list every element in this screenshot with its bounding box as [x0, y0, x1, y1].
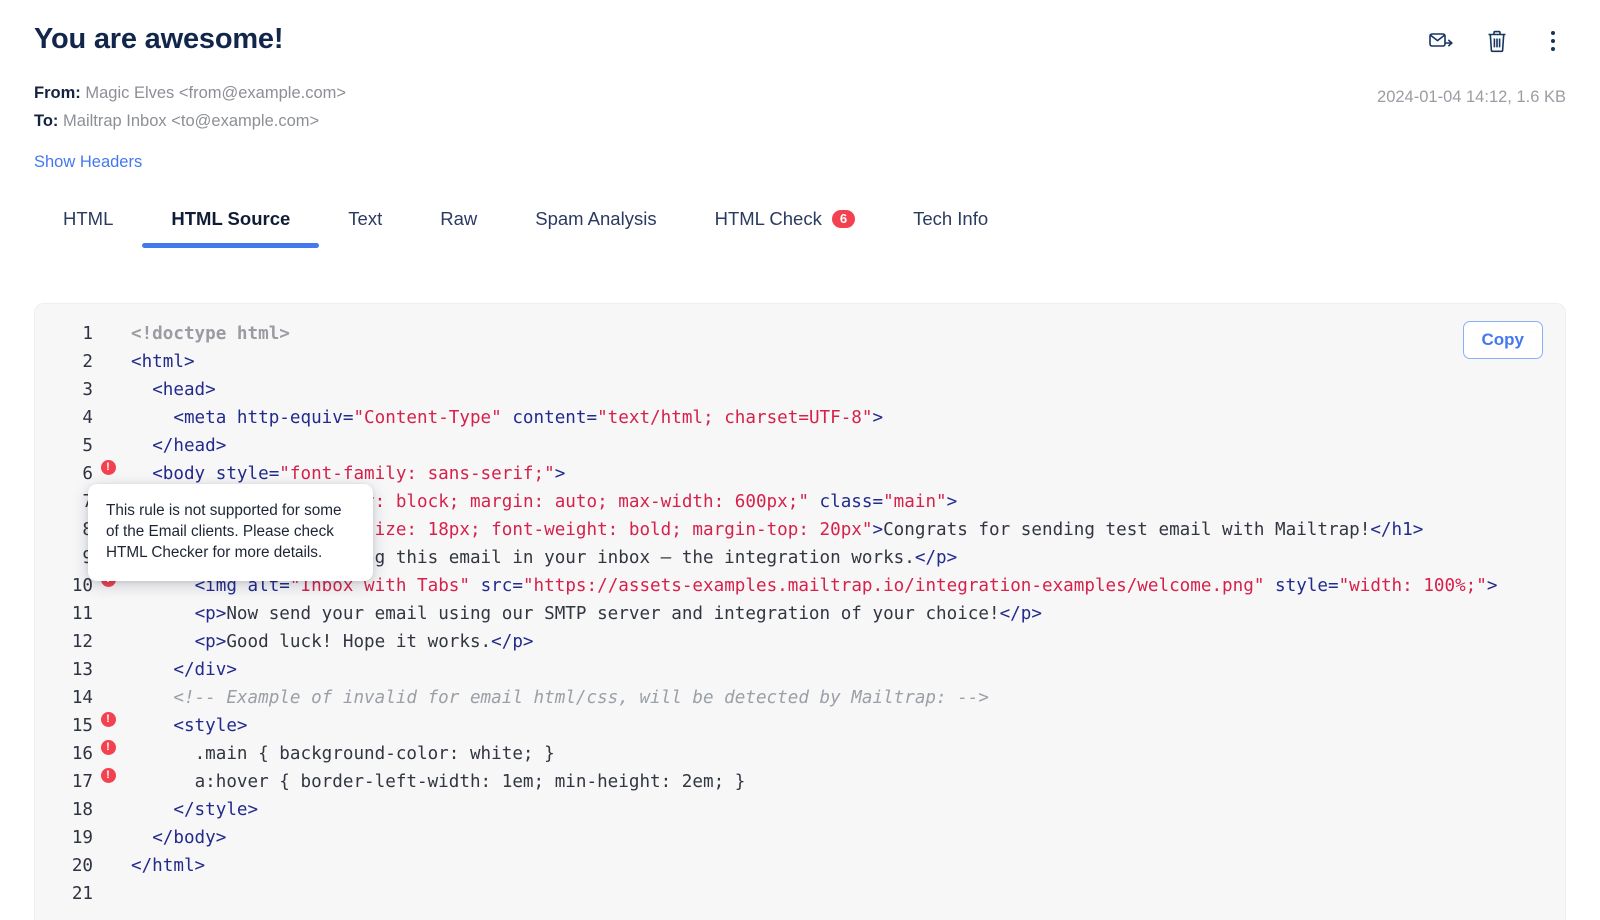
code-line-source: a:hover { border-left-width: 1em; min-he…	[194, 772, 746, 792]
code-line: 20 </html>	[35, 852, 1565, 880]
line-number: 11	[71, 604, 93, 624]
line-number: 5	[82, 436, 93, 456]
code-line-source: <p>Now send your email using our SMTP se…	[194, 604, 1042, 624]
code-line-source: <!doctype html>	[131, 324, 290, 344]
tab-label: Spam Analysis	[535, 207, 657, 229]
error-marker-slot: !	[97, 460, 119, 475]
header-actions	[1428, 28, 1566, 54]
code-line-source: </html>	[131, 856, 206, 876]
error-marker-slot: !	[97, 740, 119, 755]
error-marker-icon[interactable]: !	[100, 712, 116, 727]
error-marker-icon[interactable]: !	[100, 460, 116, 475]
source-code-listing[interactable]: 1 <!doctype html> 2 <html> 3 <head> 4 <meta h…	[35, 304, 1565, 908]
html-source-panel: Copy 1 <!doctype html> 2 <html> 3 <head> 4 <m…	[34, 303, 1566, 920]
line-number: 12	[71, 632, 93, 652]
code-line: 14 <!-- Example of invalid for email htm…	[35, 684, 1565, 712]
line-number: 18	[71, 800, 93, 820]
copy-button[interactable]: Copy	[1462, 321, 1543, 359]
code-line: 1 <!doctype html>	[35, 320, 1565, 348]
tab-html-check[interactable]: HTML Check 6	[686, 198, 885, 248]
code-line-source: </head>	[152, 436, 227, 456]
to-value: Mailtrap Inbox <to@example.com>	[63, 111, 320, 130]
line-number: 16	[71, 744, 93, 764]
tab-text[interactable]: Text	[319, 198, 411, 248]
to-row: To: Mailtrap Inbox <to@example.com>	[34, 107, 1566, 135]
tab-html[interactable]: HTML	[34, 198, 142, 248]
line-number: 19	[71, 828, 93, 848]
tab-spam-analysis[interactable]: Spam Analysis	[506, 198, 685, 248]
from-value: Magic Elves <from@example.com>	[85, 83, 347, 102]
code-line: 2 <html>	[35, 348, 1565, 376]
tab-label: Tech Info	[913, 207, 989, 229]
email-header: You are awesome! From: Magic Elves <from…	[0, 0, 1600, 172]
tab-label: HTML	[63, 207, 114, 229]
tab-tech-info[interactable]: Tech Info	[884, 198, 1017, 248]
from-label: From:	[34, 83, 81, 102]
line-number: 6	[82, 464, 93, 484]
code-line: 17! a:hover { border-left-width: 1em; mi…	[35, 768, 1565, 796]
code-line-source: <head>	[152, 380, 216, 400]
trash-icon[interactable]	[1484, 28, 1510, 54]
error-marker-slot: !	[97, 712, 119, 727]
tab-label: Raw	[440, 207, 478, 229]
line-number: 15	[71, 716, 93, 736]
code-line: 21	[35, 880, 1565, 908]
code-line-source: <html>	[131, 352, 195, 372]
code-line: 15! <style>	[35, 712, 1565, 740]
code-line-source: </style>	[173, 800, 259, 820]
line-number: 17	[71, 772, 93, 792]
code-line: 18 </style>	[35, 796, 1565, 824]
tab-badge-count: 6	[831, 209, 856, 228]
kebab-dots	[1551, 31, 1555, 51]
code-line-source: </body>	[152, 828, 227, 848]
line-number: 13	[71, 660, 93, 680]
page-title: You are awesome!	[34, 23, 284, 55]
code-line-source: .main { background-color: white; }	[194, 744, 555, 764]
tab-bar: HTML HTML Source Text Raw Spam Analysis HTML …	[0, 198, 1600, 248]
code-line: 13 </div>	[35, 656, 1565, 684]
code-line-source: <style>	[173, 716, 248, 736]
line-number: 3	[82, 380, 93, 400]
error-marker-icon[interactable]: !	[100, 740, 116, 755]
error-marker-slot: !	[97, 768, 119, 783]
line-number: 1	[82, 324, 93, 344]
line-number: 14	[71, 688, 93, 708]
code-line-source: </div>	[173, 660, 237, 680]
line-number: 4	[82, 408, 93, 428]
kebab-menu-icon[interactable]	[1540, 28, 1566, 54]
code-line-source: <meta http-equiv="Content-Type" content=…	[173, 408, 884, 428]
code-line-source: <!-- Example of invalid for email html/c…	[173, 688, 989, 708]
from-row: From: Magic Elves <from@example.com>	[34, 79, 1566, 107]
forward-mail-icon[interactable]	[1428, 28, 1454, 54]
code-line-source: <p>Good luck! Hope it works.</p>	[194, 632, 534, 652]
email-timestamp-size: 2024-01-04 14:12, 1.6 KB	[1377, 88, 1566, 106]
line-number: 2	[82, 352, 93, 372]
code-line: 16! .main { background-color: white; }	[35, 740, 1565, 768]
show-headers-link[interactable]: Show Headers	[34, 153, 142, 172]
tab-label: HTML Source	[171, 207, 291, 229]
code-line: 12 <p>Good luck! Hope it works.</p>	[35, 628, 1565, 656]
line-number: 20	[71, 856, 93, 876]
tab-label: Text	[348, 207, 383, 229]
tab-html-source[interactable]: HTML Source	[142, 198, 320, 248]
error-marker-icon[interactable]: !	[100, 768, 116, 783]
code-line: 11 <p>Now send your email using our SMTP…	[35, 600, 1565, 628]
tab-raw[interactable]: Raw	[411, 198, 506, 248]
code-line: 5 </head>	[35, 432, 1565, 460]
email-meta: From: Magic Elves <from@example.com> To:…	[34, 79, 1566, 135]
tab-label: HTML Check	[714, 207, 822, 229]
line-number: 21	[71, 884, 93, 904]
code-line: 4 <meta http-equiv="Content-Type" conten…	[35, 404, 1565, 432]
code-line: 19 </body>	[35, 824, 1565, 852]
line-number: 10	[71, 576, 93, 596]
code-line: 3 <head>	[35, 376, 1565, 404]
email-viewer-page: You are awesome! From: Magic Elves <from…	[0, 0, 1600, 920]
rule-warning-tooltip: This rule is not supported for some of t…	[88, 484, 373, 581]
to-label: To:	[34, 111, 59, 130]
